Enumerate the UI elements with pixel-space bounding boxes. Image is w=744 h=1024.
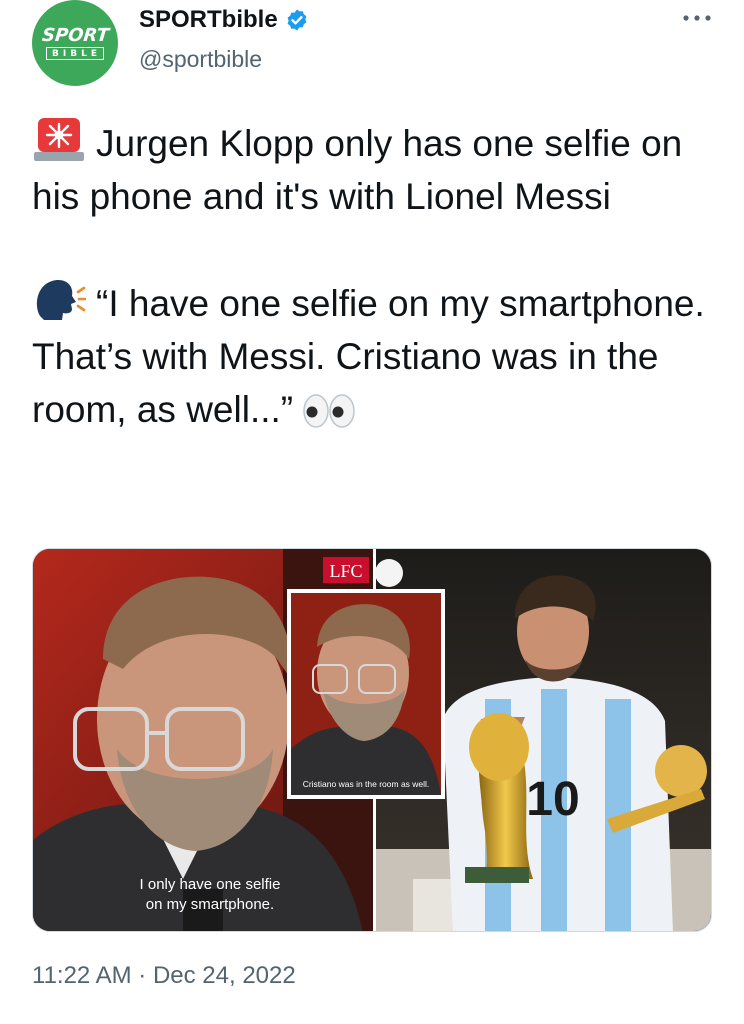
inset-photo: Cristiano was in the room as well. (287, 589, 445, 799)
left-caption-line-2: on my smartphone. (146, 896, 274, 913)
timestamp-separator: · (131, 962, 153, 989)
tweet-paragraph-2: “I have one selfie on my smartphone. Tha… (32, 276, 722, 436)
police-light-emoji (34, 118, 84, 161)
channel-logo-text: LFC (329, 561, 362, 581)
avatar-logo-subtext: BIBLE (46, 46, 104, 60)
media-composite: I only have one selfie on my smartphone.… (33, 549, 711, 931)
tweet-paragraph-2-text: “I have one selfie on my smartphone. Tha… (32, 283, 705, 430)
tweet-time: 11:22 AM (32, 962, 132, 989)
author-name-row: SPORTbible (139, 6, 309, 34)
tweet-date: Dec 24, 2022 (152, 962, 296, 989)
avatar-logo-text: SPORT (40, 24, 110, 46)
shirt-number: 10 (526, 773, 579, 826)
avatar[interactable]: SPORT BIBLE (32, 0, 118, 86)
tweet-timestamp[interactable]: 11:22 AM · Dec 24, 2022 (32, 962, 296, 990)
tweet-paragraph-1-text: Jurgen Klopp only has one selfie on his … (32, 123, 683, 217)
author-handle[interactable]: @sportbible (139, 46, 262, 73)
more-options-icon[interactable] (680, 8, 714, 28)
tweet-text: Jurgen Klopp only has one selfie on his … (32, 116, 722, 436)
inset-caption: Cristiano was in the room as well. (303, 779, 430, 789)
left-caption-line-1: I only have one selfie (140, 876, 281, 893)
tweet-media-image[interactable]: I only have one selfie on my smartphone.… (32, 548, 712, 932)
tweet-paragraph-1: Jurgen Klopp only has one selfie on his … (32, 116, 722, 223)
verified-badge-icon (287, 9, 307, 31)
display-name[interactable]: SPORTbible (139, 6, 278, 34)
speaking-head-emoji (36, 280, 86, 320)
eyes-emoji (303, 394, 355, 428)
